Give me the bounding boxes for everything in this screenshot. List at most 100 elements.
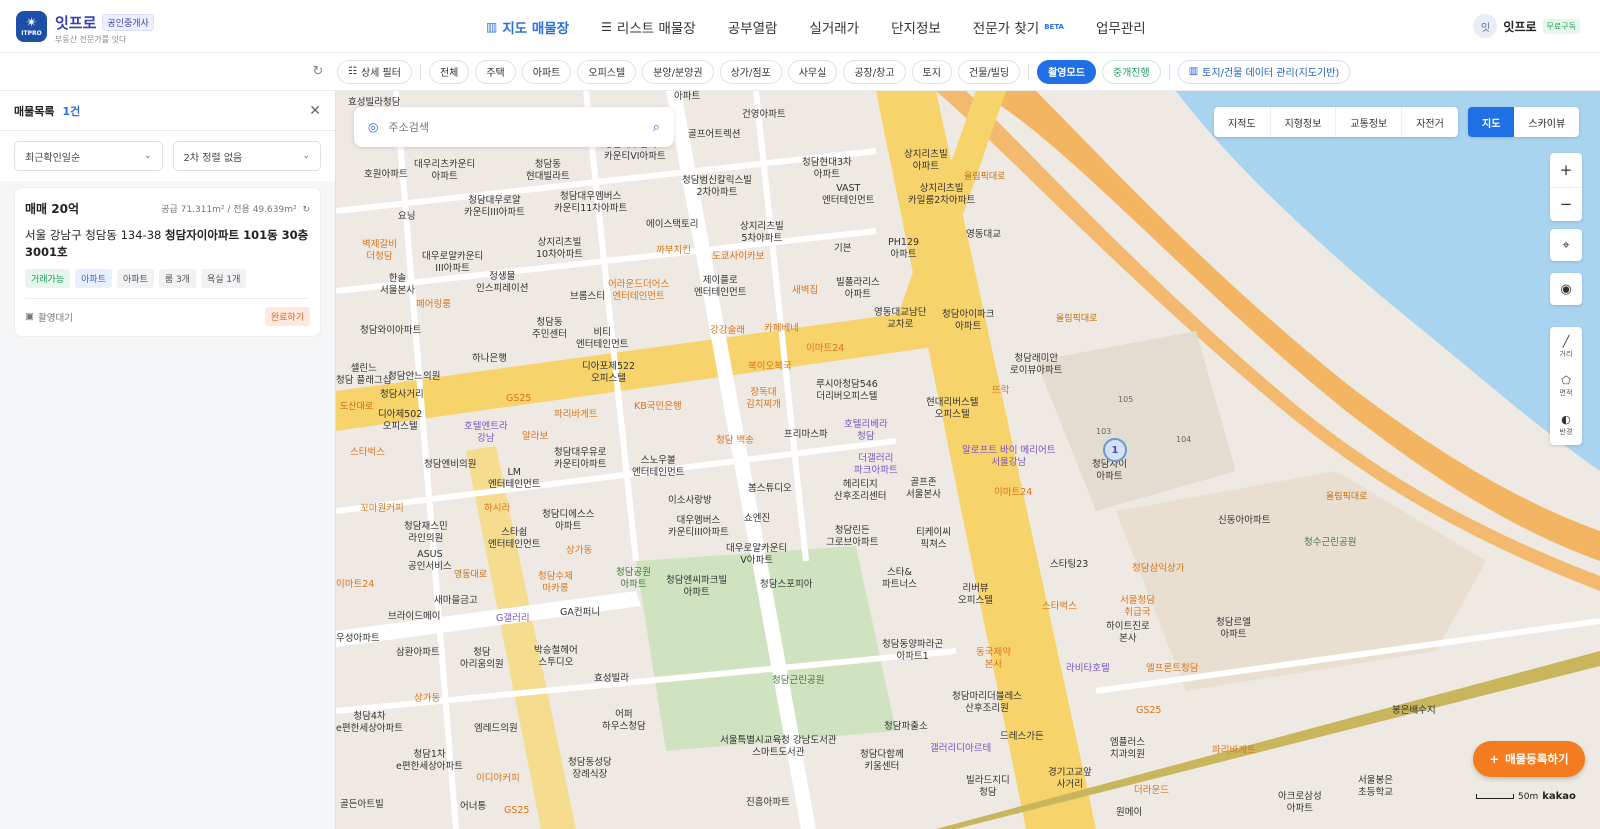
map-canvas[interactable]: 효성빌라청담아파트건영아파트골프어트렉션청담대우멤버스 카운티VI아파트청담현대… (336, 91, 1600, 829)
map-place-label[interactable]: 복이오복국 (748, 361, 792, 373)
map-place-label[interactable]: 대우로얄카운티 V아파트 (726, 543, 787, 567)
close-icon[interactable]: ✕ (309, 103, 321, 119)
map-place-label[interactable]: LM 엔터테인먼트 (488, 467, 540, 491)
listing-cluster-marker[interactable]: 1 (1103, 438, 1127, 462)
map-place-label[interactable]: 어라운드더어스 엔터테인먼트 (608, 279, 669, 303)
map-place-label[interactable]: PH129 아파트 (888, 237, 919, 261)
secondary-sort-select[interactable]: 2차 정렬 없음 ⌄ (172, 141, 321, 171)
map-place-label[interactable]: 영동대교남단 교차로 (874, 307, 926, 331)
nav-work-management[interactable]: 업무관리 (1080, 17, 1162, 37)
filter-store[interactable]: 상가/점포 (719, 59, 782, 84)
map-place-label[interactable]: 이마트24 (806, 343, 844, 355)
filter-building[interactable]: 건물/빌딩 (957, 59, 1021, 84)
map-place-label[interactable]: 봉은배수지 (1392, 705, 1436, 717)
map-place-label[interactable]: 꼬마원커피 (360, 503, 404, 515)
map-place-label[interactable]: 청담동양파라곤 아파트1 (882, 639, 943, 663)
map-place-label[interactable]: ASUS 공인서비스 (408, 549, 452, 573)
map-place-label[interactable]: 청담자이 아파트 (1092, 459, 1127, 483)
map-place-label[interactable]: 청담 아리움의원 (460, 647, 504, 671)
map-place-label[interactable]: 청담근린공원 (772, 675, 824, 687)
map-place-label[interactable]: 봄스튜디오 (748, 483, 792, 495)
map-place-label[interactable]: 대우로얄카운티 III아파트 (422, 251, 483, 275)
register-listing-button[interactable]: + 매물등록하기 (1473, 741, 1585, 777)
map-place-label[interactable]: 청담안느의원 (388, 371, 440, 383)
map-place-label[interactable]: 영동대교 (966, 229, 1001, 241)
map-place-label[interactable]: 상지리츠빌 아파트 (904, 149, 948, 173)
maptype-skyview[interactable]: 스카이뷰 (1514, 107, 1579, 137)
map-place-label[interactable]: 스타쉽 엔터테인먼트 (488, 527, 540, 551)
map-place-label[interactable]: 파리바게트 (554, 409, 598, 421)
map-place-label[interactable]: 하나은행 (472, 353, 507, 365)
map-place-label[interactable]: 호원아파트 (364, 169, 408, 181)
map-place-label[interactable]: 스타& 파트너스 (882, 567, 917, 591)
map-place-label[interactable]: 청수근린공원 (1304, 537, 1356, 549)
map-place-label[interactable]: 상지리츠빌 5차아파트 (740, 221, 784, 245)
listing-card[interactable]: 매매 20억 공급 71.311m² / 전용 49.639m² ↻ 서울 강남… (14, 187, 321, 337)
map-place-label[interactable]: 호텔엔트라 강남 (464, 421, 508, 445)
map-place-label[interactable]: 청담스포피아 (760, 579, 812, 591)
map-place-label[interactable]: 청담마리더블레스 산후조리원 (952, 691, 1022, 715)
map-place-label[interactable]: 104 (1176, 435, 1191, 444)
map-place-label[interactable]: 브롬스티 (570, 291, 605, 303)
map-place-label[interactable]: 이마트24 (994, 487, 1032, 499)
map-place-label[interactable]: 도산대로 (340, 401, 373, 413)
map-place-label[interactable]: 청담공원 아파트 (616, 567, 651, 591)
map-place-label[interactable]: 티케이씨 픽쳐스 (916, 527, 951, 551)
map-place-label[interactable]: 카페베네 (764, 323, 799, 335)
nav-find-expert[interactable]: 전문가 찾기 BETA (957, 17, 1080, 37)
map-place-label[interactable]: 청담동 주민센터 (532, 317, 567, 341)
map-place-label[interactable]: 골프존 서울본사 (906, 477, 941, 501)
map-place-label[interactable]: 어퍼 하우스청담 (602, 709, 646, 733)
map-place-label[interactable]: 한솔 서울본사 (380, 273, 415, 297)
map-place-label[interactable]: 골든아트빌 (340, 799, 384, 811)
map-place-label[interactable]: 뜨락 (992, 385, 1009, 397)
map-place-label[interactable]: 스노우볼 엔터테인먼트 (632, 455, 684, 479)
map-place-label[interactable]: 스타벅스 (350, 447, 385, 459)
map-place-label[interactable]: 에이스택토리 (646, 219, 698, 231)
map-place-label[interactable]: 올림픽대로 (964, 171, 1005, 183)
map-place-label[interactable]: 프리마스파 (784, 429, 828, 441)
map-place-label[interactable]: 청담현대3차 아파트 (802, 157, 852, 181)
map-place-label[interactable]: 상지리츠빌 카일룸2차아파트 (908, 183, 975, 207)
map-place-label[interactable]: 스타팅23 (1050, 559, 1088, 571)
map-place-label[interactable]: 쇼엔진 (744, 513, 770, 525)
filter-all[interactable]: 전체 (428, 59, 470, 84)
map-place-label[interactable]: 청담동 현대빌라트 (526, 159, 570, 183)
map-place-label[interactable]: 청담르엘 아파트 (1216, 617, 1251, 641)
radius-tool[interactable]: ◐ 반경 (1550, 406, 1582, 445)
map-place-label[interactable]: 영동대로 (454, 569, 487, 581)
map-place-label[interactable]: 알라보 (522, 431, 548, 443)
map-place-label[interactable]: 청담범신칼릭스빌 2차아파트 (682, 175, 752, 199)
map-place-label[interactable]: 루시아청담546 더리버오피스텔 (816, 379, 878, 403)
my-location-icon[interactable]: ⌖ (1550, 229, 1582, 261)
map-place-label[interactable]: 청담래미안 로이뷰아파트 (1010, 353, 1062, 377)
map-place-label[interactable]: 아크로삼성 아파트 (1278, 791, 1322, 815)
map-place-label[interactable]: 빌라드지디 청담 (966, 775, 1010, 799)
zoom-out-icon[interactable]: − (1550, 188, 1582, 222)
map-place-label[interactable]: 청담삼익상가 (1132, 563, 1184, 575)
map-place-label[interactable]: 청담와이아파트 (360, 325, 421, 337)
map-place-label[interactable]: 골프어트렉션 (688, 129, 740, 141)
map-place-label[interactable]: 장독대 김치찌개 (746, 387, 781, 411)
map-place-label[interactable]: 새마을금고 (434, 595, 478, 607)
map-place-label[interactable]: 103 (1096, 427, 1111, 436)
layer-cadastral[interactable]: 지적도 (1214, 107, 1271, 137)
brokerage-progress-toggle[interactable]: 중개진행 (1101, 59, 1161, 84)
map-place-label[interactable]: 비티 엔터테인먼트 (576, 327, 628, 351)
filter-factory[interactable]: 공장/창고 (843, 59, 906, 84)
map-place-label[interactable]: 청담대우멤버스 카운티11차아파트 (554, 191, 627, 215)
map-place-label[interactable]: 셀린느 청담 플래그십 (336, 363, 391, 387)
avatar[interactable]: 잇 (1473, 14, 1498, 38)
map-place-label[interactable]: 호텔리베라 청담 (844, 419, 888, 443)
layer-terrain[interactable]: 지형정보 (1271, 107, 1337, 137)
map-place-label[interactable]: 페어링룸 (416, 299, 451, 311)
area-tool[interactable]: ⬠ 면적 (1550, 366, 1582, 405)
layer-traffic[interactable]: 교통정보 (1336, 107, 1403, 137)
map-place-label[interactable]: 진흥아파트 (746, 797, 790, 809)
map-place-label[interactable]: 상가동 (566, 545, 592, 557)
map-place-label[interactable]: 이마트24 (336, 579, 374, 591)
complete-button[interactable]: 완료하기 (264, 307, 310, 326)
map-place-label[interactable]: 헤리티지 산후조리센터 (834, 479, 886, 503)
map-place-label[interactable]: 이디야커피 (476, 773, 520, 785)
map-place-label[interactable]: 청담린든 그로브아파트 (826, 525, 878, 549)
